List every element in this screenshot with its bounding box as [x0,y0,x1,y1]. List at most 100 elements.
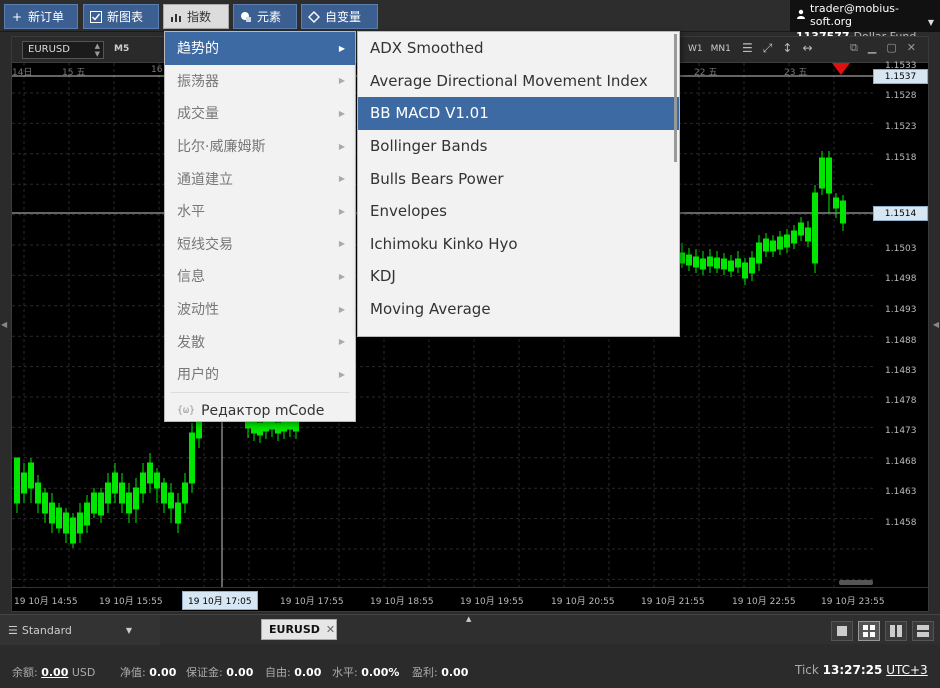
variables-button[interactable]: 自变量 [301,4,378,29]
date-separator-label: 22 五 [694,68,718,78]
timezone-select[interactable]: UTC+3 [886,663,927,677]
current-price-tag: 1.1537 [873,69,928,84]
account-selector[interactable]: trader@mobius-soft.org 1137577 Dollar Fu… [790,0,940,43]
new-chart-label: 新图表 [107,10,144,24]
crosshair-time-tag: 19 10月 17:05 [182,591,258,610]
new-chart-button[interactable]: 新图表 [83,4,159,29]
chevron-right-icon: ▶ [338,76,345,86]
menu-item-category[interactable]: 波动性 ▶ [165,293,355,326]
menu-item-category[interactable]: 发散 ▶ [165,325,355,358]
menu-item-category[interactable]: 信息 ▶ [165,260,355,293]
candle-body [728,260,734,272]
candle-body [840,200,846,224]
indicator-menu-item[interactable]: Envelopes [358,195,679,228]
balance-value[interactable]: 0.00 [41,666,68,679]
new-order-label: 新订单 [28,10,65,24]
indicator-menu-item[interactable]: KDJ [358,260,679,293]
menu-item-category[interactable]: 比尔·威廉姆斯 ▶ [165,130,355,163]
candle-body [14,457,20,504]
candle-body [679,252,685,264]
candle-body [35,482,41,504]
close-icon[interactable]: ✕ [907,41,916,55]
indicator-menu-item[interactable]: ADX Smoothed [358,32,679,65]
candle-body [826,157,832,194]
indicator-menu-item[interactable]: Moving Average [358,293,679,326]
indicator-menu-item[interactable]: Bollinger Bands [358,130,679,163]
balance-label: 余额: [12,666,38,679]
menu-item-label: 用户的 [177,367,219,384]
layout-columns-button[interactable] [885,621,907,641]
free-margin-label: 自由: [265,666,291,679]
chart-scrollbar[interactable] [839,580,873,585]
indicator-menu-item[interactable]: Bulls Bears Power [358,162,679,195]
candle-body [98,492,104,516]
shapes-icon [240,11,252,23]
layout-rows-button[interactable] [912,621,934,641]
menu-item-category[interactable]: 振荡器 ▶ [165,65,355,98]
free-margin-value: 0.00 [294,666,322,679]
menu-item-category[interactable]: 通道建立 ▶ [165,162,355,195]
menu-item-category[interactable]: 短线交易 ▶ [165,228,355,261]
diagonal-arrow-icon[interactable]: ⤢ [763,41,773,56]
popout-icon[interactable]: ⧉ [850,41,858,55]
chevron-right-icon: ▶ [338,206,345,216]
mcode-editor-menu-item[interactable]: {ω} Редактор mCode [165,394,355,428]
maximize-icon[interactable]: ▢ [886,41,896,55]
price-tick-label: 1.1488 [885,336,917,346]
spinner-icon: ▲ ▼ [94,42,100,58]
date-separator-label: 15 五 [62,68,86,78]
plus-icon: + [11,9,23,24]
price-tick-label: 1.1483 [885,366,917,376]
symbol-select[interactable]: EURUSD ▲ ▼ [22,41,104,59]
timeframe-m5[interactable]: M5 [114,44,129,54]
submenu-scrollbar[interactable] [674,34,677,162]
menu-item-category[interactable]: 用户的 ▶ [165,358,355,391]
elements-button[interactable]: 元素 [233,4,297,29]
candle-body [714,257,720,269]
time-tick-label: 19 10月 18:55 [370,597,434,607]
price-axis[interactable]: 1.15331.15281.15231.15181.15081.15031.14… [873,61,928,587]
left-panel-toggle-icon[interactable]: ◀ [1,320,7,329]
indicator-menu-item[interactable]: Average Directional Movement Index [358,65,679,98]
layout-grid-button[interactable] [858,621,880,641]
equity-field: 净值: 0.00 [120,664,176,680]
vertical-arrow-icon[interactable]: ↕ [782,41,792,56]
time-axis[interactable]: 19 10月 14:55 19 10月 15:55 19 10月 17:05 19 1… [12,587,928,611]
code-icon: {ω} [177,405,196,417]
close-icon[interactable]: ✕ [326,623,335,636]
new-order-button[interactable]: + 新订单 [4,4,78,29]
price-tick-label: 1.1503 [885,244,917,254]
layout-single-button[interactable] [831,621,853,641]
chevron-right-icon: ▶ [338,43,345,53]
time-tick-label: 19 10月 22:55 [732,597,796,607]
indicator-menu-item[interactable]: Ichimoku Kinko Hyo [358,228,679,261]
candle-body [91,492,97,514]
bar-chart-icon [170,11,182,23]
chart-check-icon [90,10,102,23]
candle-body [819,157,825,189]
price-tick-label: 1.1473 [885,426,917,436]
menu-item-category[interactable]: 水平 ▶ [165,195,355,228]
menu-item-category[interactable]: 趋势的 ▶ [165,32,355,65]
tab-eurusd[interactable]: EURUSD ✕ [261,619,337,640]
timeframe-w1[interactable]: W1 [688,44,703,54]
layout-select[interactable]: ☰ Standard ▼ [0,615,160,645]
candle-body [756,242,762,264]
chevron-right-icon: ▶ [338,174,345,184]
indicators-label: 指数 [187,10,212,24]
right-panel-toggle-icon[interactable]: ◀ [933,320,939,329]
price-tick-label: 1.1478 [885,396,917,406]
timeframe-mn1[interactable]: MN1 [711,44,731,54]
indicators-button[interactable]: 指数 [163,4,229,29]
time-tick-label: 19 10月 21:55 [641,597,705,607]
candle-body [777,236,783,250]
minimize-icon[interactable]: ▁ [868,41,876,55]
indicator-menu-item[interactable]: BB MACD V1.01 [358,97,679,130]
chevron-up-icon[interactable]: ▲ [466,615,471,623]
horizontal-arrow-icon[interactable]: ↔ [802,41,812,56]
equidistant-icon[interactable]: ☰ [742,41,753,56]
candle-body [805,227,811,242]
timeframe-list: W1 MN1 [688,44,731,54]
account-status-bar: 余额: 0.00 USD 净值: 0.00 保证金: 0.00 自由: 0.00… [0,655,940,688]
menu-item-category[interactable]: 成交量 ▶ [165,97,355,130]
